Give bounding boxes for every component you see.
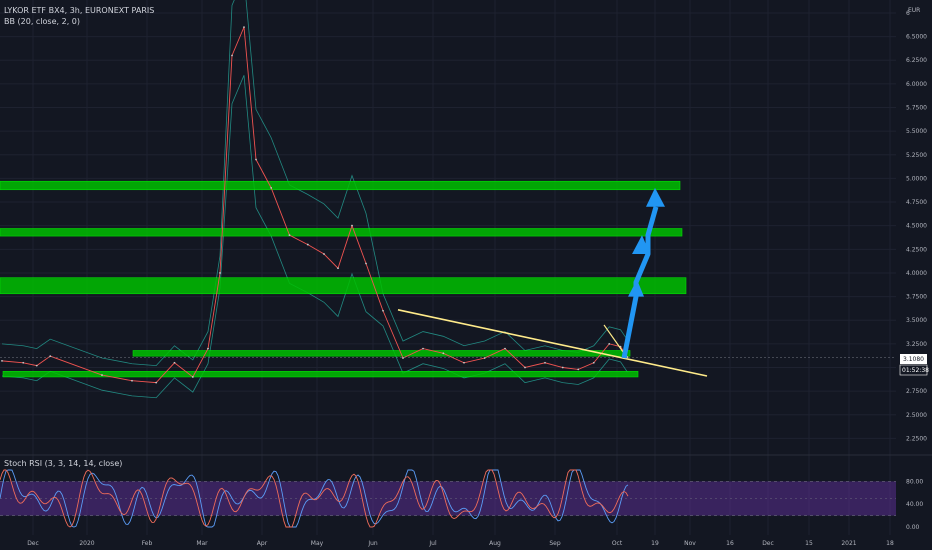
time-tick-label: 18 — [886, 540, 894, 547]
price-tick-label: 4.7500 — [906, 199, 927, 206]
price-tick-label: 3.5000 — [906, 317, 927, 324]
price-point — [561, 366, 564, 369]
price-point — [592, 361, 595, 364]
price-tick-label: 4.5000 — [906, 223, 927, 230]
time-tick-label: Dec — [762, 540, 774, 547]
price-point — [219, 272, 221, 274]
price-point — [255, 158, 257, 161]
time-tick-label: Nov — [684, 540, 696, 547]
price-point — [231, 54, 233, 57]
price-point — [351, 224, 353, 227]
time-tick-label: Mar — [196, 540, 208, 547]
zone-1[interactable] — [0, 180, 681, 191]
price-tick-label: 3.2500 — [906, 341, 927, 348]
price-tick-label: 2.7500 — [906, 388, 927, 395]
price-point — [207, 347, 209, 350]
time-tick-label: Jun — [367, 540, 378, 547]
time-tick-label: Jul — [428, 540, 437, 547]
price-tick-label: 4.0000 — [906, 270, 927, 277]
price-point — [337, 267, 339, 270]
time-tick-label: May — [311, 540, 324, 547]
time-tick-label: Dec — [27, 540, 39, 547]
price-tick-label: 5.7500 — [906, 104, 927, 111]
rsi-tick-label: 80.00 — [906, 478, 923, 485]
price-point — [544, 361, 546, 364]
zone-2[interactable] — [0, 228, 683, 237]
price-point — [243, 26, 245, 29]
price-tick-label: 2.5000 — [906, 412, 927, 419]
price-point — [49, 355, 52, 358]
time-tick-label: Feb — [142, 540, 153, 547]
price-point — [35, 364, 38, 367]
currency-label: EUR — [908, 7, 920, 14]
price-tick-label: 4.2500 — [906, 246, 927, 253]
price-point — [402, 357, 404, 359]
price-point — [422, 347, 424, 350]
price-point — [365, 262, 367, 265]
chart-canvas[interactable]: 2.25002.50002.75003.00003.25003.50003.75… — [0, 0, 932, 550]
time-tick-label: Sep — [549, 540, 561, 547]
price-tick-label: 6.2500 — [906, 57, 927, 64]
price-point — [131, 379, 133, 382]
price-tick-label: 5.2500 — [906, 152, 927, 159]
price-point — [1, 359, 3, 362]
time-tick-label: 2021 — [841, 540, 856, 547]
price-point — [22, 361, 25, 364]
time-tick-label: 2020 — [79, 540, 94, 547]
price-point — [101, 374, 103, 376]
price-point — [270, 186, 273, 189]
symbol-legend[interactable]: LYKOR ETF BX4, 3h, EURONEXT PARIS — [4, 6, 154, 15]
price-point — [155, 381, 158, 384]
price-tick-label: 3.7500 — [906, 294, 927, 301]
bb-legend[interactable]: BB (20, close, 2, 0) — [4, 17, 80, 26]
rsi-legend[interactable]: Stoch RSI (3, 3, 14, 14, close) — [4, 459, 122, 468]
price-tick-label: 6.0000 — [906, 81, 927, 88]
rsi-tick-label: 40.00 — [906, 501, 923, 508]
time-tick-label: Apr — [257, 540, 268, 547]
price-point — [608, 342, 611, 345]
price-tick-label: 6.5000 — [906, 34, 927, 41]
time-tick-label: 15 — [805, 540, 813, 547]
time-tick-label: 19 — [651, 540, 659, 547]
last-price-tag: 3.1080 — [903, 356, 924, 363]
price-tick-label: 5.0000 — [906, 175, 927, 182]
countdown-tag: 01:52:38 — [902, 367, 929, 374]
price-point — [173, 361, 176, 364]
price-point — [191, 376, 194, 378]
price-tick-label: 5.5000 — [906, 128, 927, 135]
price-point — [323, 253, 325, 255]
price-tick-label: 2.2500 — [906, 435, 927, 442]
price-point — [288, 234, 291, 237]
price-point — [442, 352, 445, 355]
price-point — [306, 243, 309, 246]
price-point — [463, 361, 465, 364]
time-tick-label: 16 — [726, 540, 734, 547]
time-tick-label: Oct — [612, 540, 623, 547]
rsi-tick-label: 0.00 — [906, 524, 920, 531]
chart-background — [0, 0, 932, 550]
zone-4[interactable] — [132, 350, 631, 357]
price-point — [504, 347, 506, 350]
time-tick-label: Aug — [489, 540, 501, 547]
zone-3[interactable] — [0, 277, 687, 295]
price-point — [524, 366, 526, 369]
price-point — [382, 309, 384, 312]
price-point — [577, 368, 580, 371]
